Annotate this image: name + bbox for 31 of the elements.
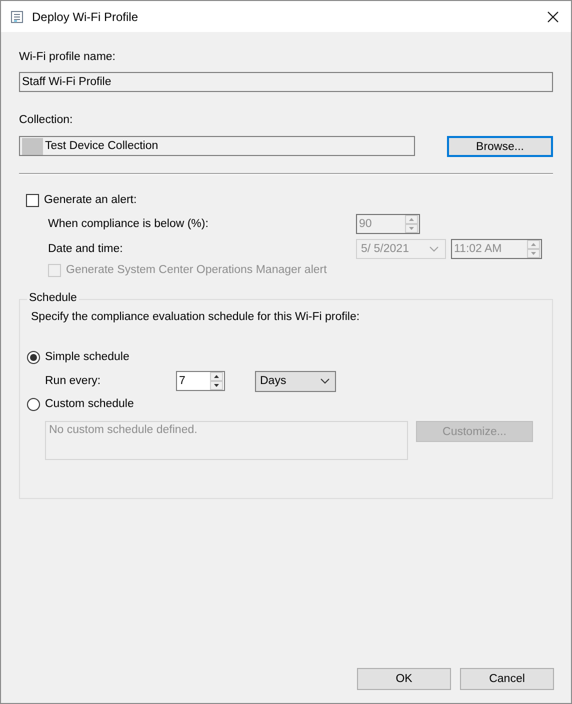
window-title: Deploy Wi-Fi Profile [32, 10, 140, 24]
radio-button[interactable] [27, 398, 40, 410]
dialog-button[interactable]: OK [357, 668, 451, 690]
profile-name-field[interactable]: Staff Wi-Fi Profile [19, 72, 553, 92]
field-label: Collection: [19, 113, 74, 127]
radio-button[interactable] [27, 350, 40, 364]
field-label: Run every: [45, 374, 102, 388]
close-icon [547, 10, 559, 22]
radio-label: Custom schedule [45, 398, 134, 410]
spin-arrows-icon [405, 214, 418, 232]
interval-spinbox[interactable]: 7 [176, 371, 225, 391]
collection-icon [22, 138, 43, 154]
spin-arrows-icon [527, 240, 540, 258]
field-label: Wi-Fi profile name: [19, 50, 116, 64]
group-title: Schedule [27, 292, 79, 304]
unit-dropdown[interactable]: Days [255, 370, 336, 392]
browse-button[interactable]: Browse... [447, 136, 553, 157]
field-label: Date and time: [48, 242, 124, 256]
chevron-down-icon [320, 378, 330, 384]
field-label: When compliance is below (%): [48, 216, 210, 230]
radio-label: Simple schedule [45, 351, 130, 363]
dialog-button[interactable]: Cancel [460, 668, 554, 690]
checkbox-label: Generate an alert: [44, 194, 137, 206]
checkbox-label: Generate System Center Operations Manager alert [66, 264, 327, 276]
description-text: Specify the compliance evaluation schedule for this Wi-Fi profile: [30, 311, 361, 323]
custom-schedule-box: No custom schedule defined. [45, 421, 408, 460]
collection-field[interactable]: Test Device Collection [19, 136, 415, 156]
chevron-down-icon [429, 246, 439, 252]
spin-arrows-icon [210, 372, 223, 390]
checkbox[interactable] [26, 194, 39, 206]
window-icon [10, 10, 24, 24]
